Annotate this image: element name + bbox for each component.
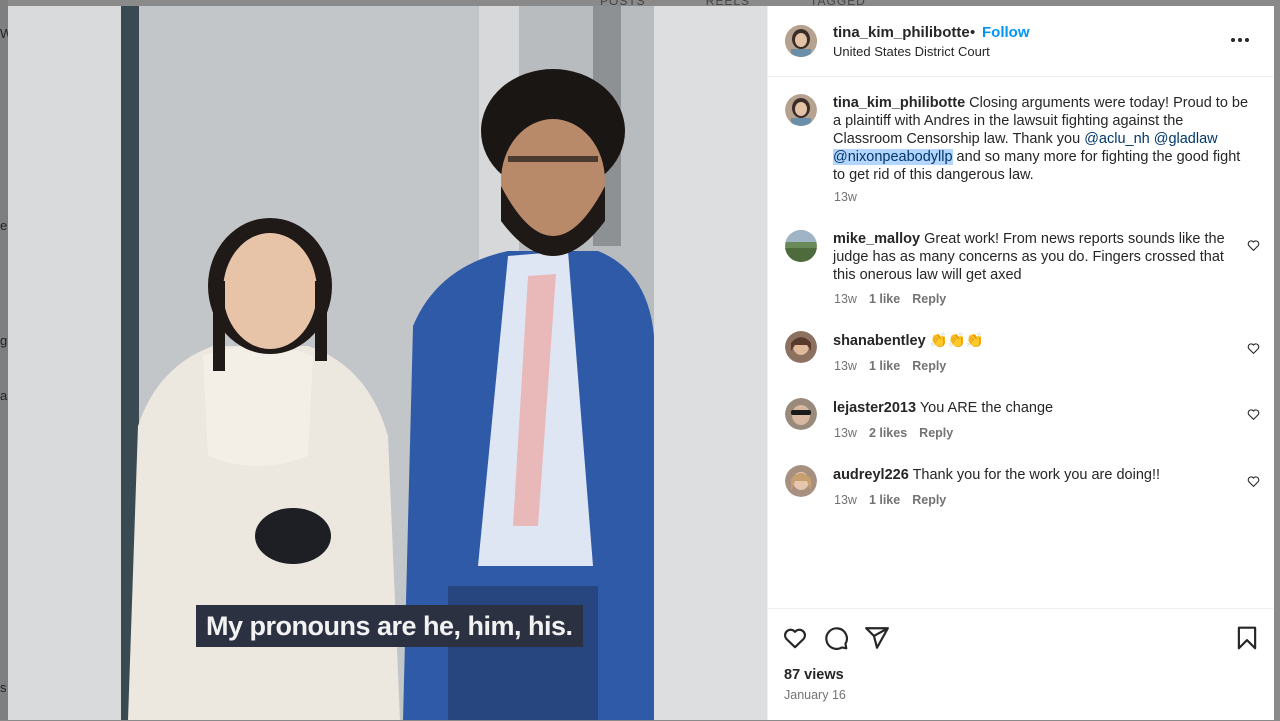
post-date[interactable]: January 16 bbox=[784, 688, 846, 702]
post-video[interactable]: My pronouns are he, him, his. bbox=[8, 6, 767, 720]
comment-timestamp[interactable]: 13w bbox=[834, 292, 857, 306]
comment-item: lejaster2013 You ARE the change bbox=[833, 399, 1253, 417]
post-sidebar: tina_kim_philibotte • Follow United Stat… bbox=[767, 6, 1274, 720]
reply-button[interactable]: Reply bbox=[919, 426, 953, 440]
reply-button[interactable]: Reply bbox=[912, 292, 946, 306]
post-location[interactable]: United States District Court bbox=[833, 44, 990, 59]
comment-item: mike_malloy Great work! From news report… bbox=[833, 230, 1238, 284]
heart-outline-icon[interactable] bbox=[1247, 342, 1260, 355]
caption-author-avatar[interactable] bbox=[785, 94, 817, 126]
comment-likes[interactable]: 1 like bbox=[869, 292, 900, 306]
post-modal: My pronouns are he, him, his. tina_kim_p… bbox=[8, 6, 1274, 720]
comment-meta: 13w 1 like Reply bbox=[834, 292, 946, 306]
commenter-avatar[interactable] bbox=[785, 465, 817, 497]
mention-link[interactable]: @aclu_nh bbox=[1084, 131, 1150, 147]
mention-link-selected[interactable]: @nixonpeabodyllp bbox=[833, 149, 953, 165]
comment-likes[interactable]: 1 like bbox=[869, 493, 900, 507]
background-text: s bbox=[0, 680, 7, 695]
caption-username[interactable]: tina_kim_philibotte bbox=[833, 95, 965, 111]
comment-text: Thank you for the work you are doing!! bbox=[912, 467, 1161, 483]
more-options-icon[interactable] bbox=[1228, 28, 1252, 52]
comment-likes[interactable]: 2 likes bbox=[869, 426, 907, 440]
commenter-avatar[interactable] bbox=[785, 331, 817, 363]
comment-username[interactable]: lejaster2013 bbox=[833, 400, 916, 416]
comment-username[interactable]: shanabentley bbox=[833, 333, 926, 349]
comment-username[interactable]: mike_malloy bbox=[833, 231, 920, 247]
commenter-avatar[interactable] bbox=[785, 230, 817, 262]
comment-item: audreyl226 Thank you for the work you ar… bbox=[833, 466, 1253, 484]
caption-timestamp[interactable]: 13w bbox=[834, 190, 857, 204]
comment-timestamp[interactable]: 13w bbox=[834, 426, 857, 440]
background-page-edge bbox=[0, 0, 8, 720]
view-count[interactable]: 87 views bbox=[784, 667, 844, 683]
comment-text: You ARE the change bbox=[919, 400, 1054, 416]
post-caption: tina_kim_philibotte Closing arguments we… bbox=[833, 94, 1253, 184]
comment-meta: 13w 2 likes Reply bbox=[834, 426, 953, 440]
heart-outline-icon[interactable] bbox=[1247, 408, 1260, 421]
background-text: a bbox=[0, 388, 8, 403]
background-text: e bbox=[0, 218, 8, 233]
separator-dot: • bbox=[970, 24, 976, 41]
comment-timestamp[interactable]: 13w bbox=[834, 493, 857, 507]
comment-item: shanabentley 👏👏👏 bbox=[833, 332, 1253, 350]
reply-button[interactable]: Reply bbox=[912, 493, 946, 507]
commenter-avatar[interactable] bbox=[785, 398, 817, 430]
heart-outline-icon[interactable] bbox=[1247, 239, 1260, 252]
background-text: g bbox=[0, 333, 8, 348]
heart-outline-icon[interactable] bbox=[1247, 475, 1260, 488]
background-page-edge bbox=[1274, 0, 1280, 720]
mention-link[interactable]: @gladlaw bbox=[1154, 131, 1218, 147]
post-header: tina_kim_philibotte • Follow United Stat… bbox=[768, 6, 1274, 77]
follow-button[interactable]: Follow bbox=[982, 24, 1030, 41]
comment-likes[interactable]: 1 like bbox=[869, 359, 900, 373]
comment-username[interactable]: audreyl226 bbox=[833, 467, 909, 483]
post-action-bar: 87 views January 16 bbox=[768, 608, 1274, 721]
bookmark-icon[interactable] bbox=[1234, 625, 1260, 651]
comment-timestamp[interactable]: 13w bbox=[834, 359, 857, 373]
share-icon[interactable] bbox=[864, 625, 890, 651]
comment-text: 👏👏👏 bbox=[929, 333, 984, 349]
author-avatar[interactable] bbox=[785, 25, 817, 57]
comment-icon[interactable] bbox=[823, 625, 849, 651]
reply-button[interactable]: Reply bbox=[912, 359, 946, 373]
caption-meta: 13w bbox=[834, 190, 857, 204]
comment-meta: 13w 1 like Reply bbox=[834, 493, 946, 507]
heart-icon[interactable] bbox=[782, 625, 808, 651]
video-subtitle: My pronouns are he, him, his. bbox=[196, 605, 583, 647]
comment-meta: 13w 1 like Reply bbox=[834, 359, 946, 373]
author-username[interactable]: tina_kim_philibotte bbox=[833, 24, 970, 41]
